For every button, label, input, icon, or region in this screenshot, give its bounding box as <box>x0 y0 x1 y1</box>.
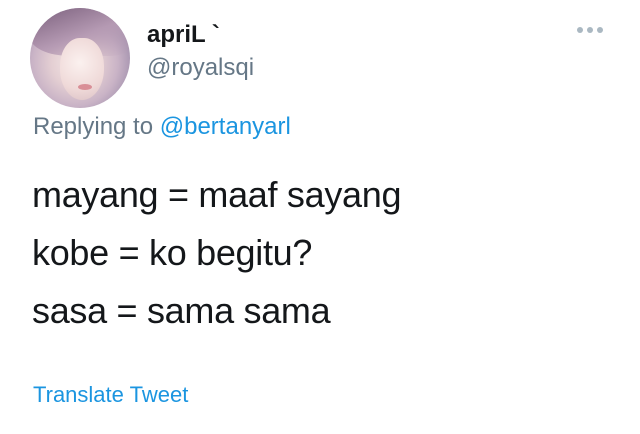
avatar-face <box>60 38 104 100</box>
reply-mention-link[interactable]: @bertanyarl <box>160 113 291 140</box>
tweet-line: kobe = ko begitu? <box>32 232 313 273</box>
avatar-lip <box>78 84 92 90</box>
tweet-line: mayang = maaf sayang <box>32 174 402 215</box>
dot <box>597 27 603 33</box>
dot <box>587 27 593 33</box>
tweet-text: mayang = maaf sayang kobe = ko begitu? s… <box>32 166 402 340</box>
replying-to: Replying to @bertanyarl <box>33 113 291 141</box>
tweet-line: sasa = sama sama <box>32 290 331 331</box>
dot <box>577 27 583 33</box>
more-dots-icon[interactable] <box>575 22 605 38</box>
author-display-name[interactable]: apriL ` <box>147 21 220 49</box>
avatar[interactable] <box>30 8 130 108</box>
tweet-card: apriL ` @royalsqi Replying to @bertanyar… <box>0 0 640 434</box>
replying-to-label: Replying to <box>33 113 154 140</box>
translate-tweet-link[interactable]: Translate Tweet <box>33 382 188 408</box>
author-handle[interactable]: @royalsqi <box>147 54 254 82</box>
